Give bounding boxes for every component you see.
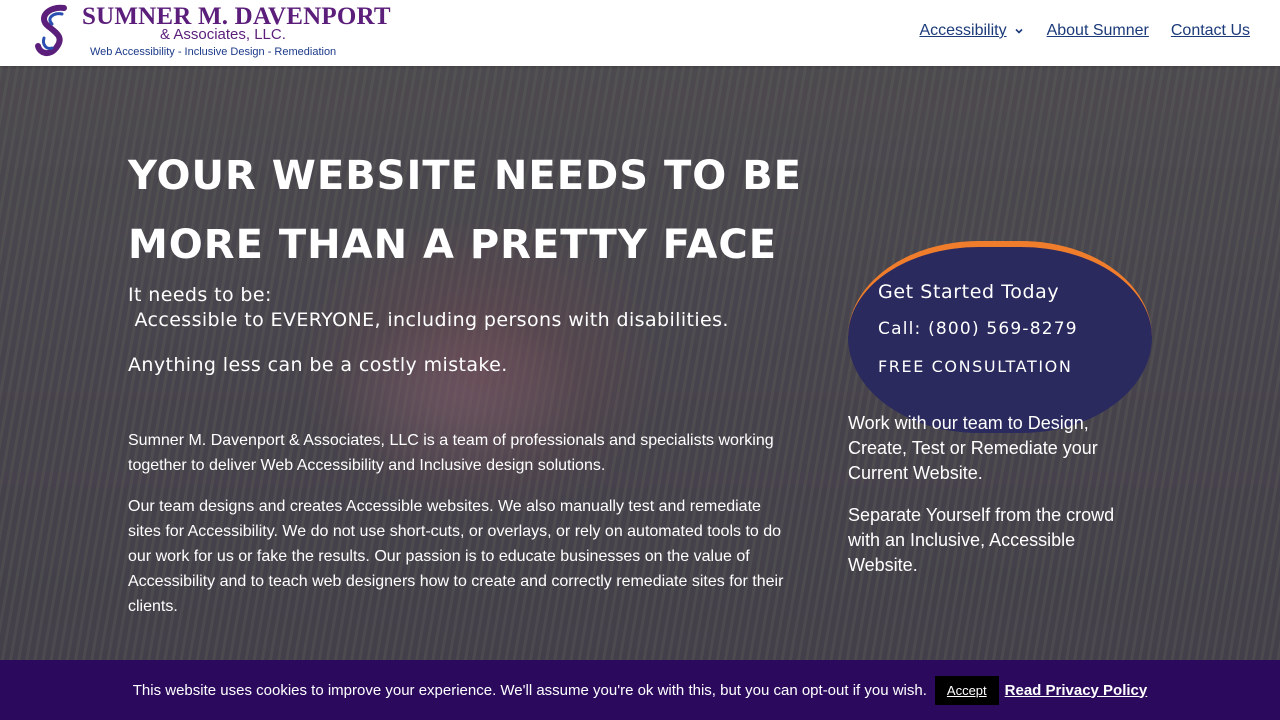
cookie-accept-button[interactable]: Accept [934,675,999,705]
site-header: SUMNER M. DAVENPORT & Associates, LLC. W… [0,0,1280,66]
hero-section: YOUR WEBSITE NEEDS TO BE MORE THAN A PRE… [0,66,1280,660]
side-text-work-with-team: Work with our team to Design, Create, Te… [848,413,1098,483]
logo-subtitle: & Associates, LLC. [160,26,286,43]
get-started-cta[interactable]: Get Started Today Call: (800) 569-8279 F… [848,241,1152,433]
cta-free-consultation: FREE CONSULTATION [878,357,1073,376]
hero-paragraph-services: Our team designs and creates Accessible … [128,498,784,615]
nav-about-sumner[interactable]: About Sumner [1047,22,1149,40]
hero-headline: YOUR WEBSITE NEEDS TO BE MORE THAN A PRE… [128,153,802,268]
hero-needs-line: Accessible to EVERYONE, including person… [128,309,729,331]
cta-phone[interactable]: Call: (800) 569-8279 [878,319,1078,339]
logo-tagline: Web Accessibility - Inclusive Design - R… [90,46,337,58]
chevron-down-icon [1015,28,1023,34]
cta-title: Get Started Today [878,281,1060,303]
nav-accessibility-label: Accessibility [919,22,1007,39]
main-nav: Accessibility About Sumner Contact Us [919,22,1250,40]
nav-contact-us[interactable]: Contact Us [1171,22,1250,40]
site-logo[interactable]: SUMNER M. DAVENPORT & Associates, LLC. W… [34,3,391,60]
cookie-banner: This website uses cookies to improve you… [0,660,1280,720]
hero-needs-intro: It needs to be: [128,284,272,306]
hero-paragraph-intro: Sumner M. Davenport & Associates, LLC is… [128,432,774,474]
cookie-text: This website uses cookies to improve you… [132,681,927,699]
hero-costly-line: Anything less can be a costly mistake. [128,354,508,376]
nav-accessibility[interactable]: Accessibility [919,22,1024,40]
side-text-separate: Separate Yourself from the crowd with an… [848,505,1115,575]
privacy-policy-link[interactable]: Read Privacy Policy [1005,682,1148,699]
logo-mark-icon [35,4,67,56]
